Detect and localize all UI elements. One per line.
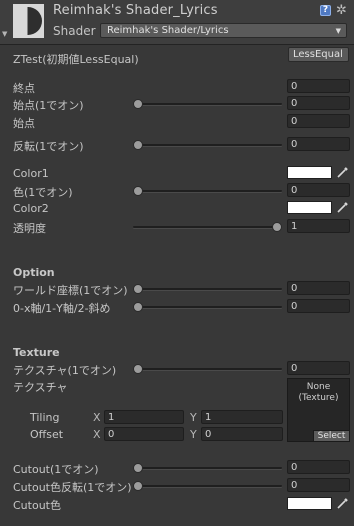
alpha-slider[interactable] <box>133 222 282 232</box>
help-icon[interactable]: ? <box>320 5 331 16</box>
texture-header: Texture <box>13 346 60 359</box>
reverse-toggle-slider[interactable] <box>133 140 282 150</box>
texture-toggle-field[interactable]: 0 <box>287 361 350 375</box>
cutout-color-swatch[interactable] <box>287 497 332 510</box>
color2-swatch[interactable] <box>287 201 332 214</box>
start-point-label: 始点 <box>13 117 35 130</box>
cutout-toggle-slider[interactable] <box>133 463 282 473</box>
alpha-label: 透明度 <box>13 222 46 235</box>
offset-y-field[interactable]: 0 <box>201 427 283 441</box>
texture-select-button[interactable]: Select <box>313 430 349 441</box>
slider-thumb[interactable] <box>133 99 143 109</box>
texture-toggle-slider[interactable] <box>133 364 282 374</box>
material-title: Reimhak's Shader_Lyrics <box>53 3 218 18</box>
offset-x-field[interactable]: 0 <box>104 427 184 441</box>
cutout-reverse-label: Cutout色反転(1でオン) <box>13 481 132 494</box>
offset-y-label: Y <box>190 428 197 441</box>
offset-x-label: X <box>93 428 101 441</box>
color1-label: Color1 <box>13 167 49 180</box>
end-point-label: 終点 <box>13 82 35 95</box>
tiling-y-field[interactable]: 1 <box>201 410 283 424</box>
tiling-x-field[interactable]: 1 <box>104 410 184 424</box>
color-toggle-field[interactable]: 0 <box>287 183 350 197</box>
color-toggle-slider[interactable] <box>133 186 282 196</box>
slider-thumb[interactable] <box>133 481 143 491</box>
tiling-y-label: Y <box>190 411 197 424</box>
start-toggle-slider[interactable] <box>133 99 282 109</box>
world-coord-slider[interactable] <box>133 284 282 294</box>
cutout-reverse-slider[interactable] <box>133 481 282 491</box>
shader-icon <box>13 4 44 38</box>
slider-thumb[interactable] <box>272 222 282 232</box>
slider-thumb[interactable] <box>133 364 143 374</box>
end-point-field[interactable]: 0 <box>287 79 350 93</box>
cutout-reverse-field[interactable]: 0 <box>287 478 350 492</box>
offset-label: Offset <box>30 428 64 441</box>
cutout-color-label: Cutout色 <box>13 499 61 512</box>
slider-thumb[interactable] <box>133 302 143 312</box>
material-header: Reimhak's Shader_Lyrics ? ✲ Shader Reimh… <box>0 0 354 45</box>
color-toggle-label: 色(1でオン) <box>13 186 73 199</box>
axis-label: 0-x軸/1-Y軸/2-斜め <box>13 302 111 315</box>
shader-dropdown-value: Reimhak's Shader/Lyrics <box>107 25 229 36</box>
axis-field[interactable]: 0 <box>287 299 350 313</box>
eyedropper-icon[interactable] <box>336 201 349 214</box>
eyedropper-icon[interactable] <box>336 497 349 510</box>
reverse-toggle-label: 反転(1でオン) <box>13 140 84 153</box>
start-toggle-label: 始点(1でオン) <box>13 99 84 112</box>
tiling-x-label: X <box>93 411 101 424</box>
alpha-field[interactable]: 1 <box>287 219 350 233</box>
tiling-label: Tiling <box>30 411 60 424</box>
world-coord-label: ワールド座標(1でオン) <box>13 284 128 297</box>
gear-icon[interactable]: ✲ <box>336 3 347 18</box>
option-header: Option <box>13 266 55 279</box>
start-point-field[interactable]: 0 <box>287 114 350 128</box>
ztest-dropdown[interactable]: LessEqual <box>288 47 349 62</box>
cutout-toggle-field[interactable]: 0 <box>287 460 350 474</box>
eyedropper-icon[interactable] <box>336 166 349 179</box>
slider-thumb[interactable] <box>133 186 143 196</box>
texture-slot-label: テクスチャ <box>13 381 68 394</box>
cutout-toggle-label: Cutout(1でオン) <box>13 463 99 476</box>
color1-swatch[interactable] <box>287 166 332 179</box>
reverse-toggle-field[interactable]: 0 <box>287 137 350 151</box>
slider-thumb[interactable] <box>133 463 143 473</box>
slider-thumb[interactable] <box>133 140 143 150</box>
texture-slot[interactable]: None (Texture) Select <box>287 378 350 442</box>
texture-none-text: None (Texture) <box>298 382 339 403</box>
world-coord-field[interactable]: 0 <box>287 281 350 295</box>
axis-slider[interactable] <box>133 302 282 312</box>
slider-thumb[interactable] <box>133 284 143 294</box>
start-toggle-field[interactable]: 0 <box>287 96 350 110</box>
texture-toggle-label: テクスチャ(1でオン) <box>13 364 117 377</box>
ztest-label: ZTest(初期値LessEqual) <box>13 53 139 66</box>
shader-label: Shader <box>53 24 96 38</box>
collapse-arrow-icon[interactable]: ▼ <box>2 30 7 38</box>
color2-label: Color2 <box>13 202 49 215</box>
dropdown-arrow-icon: ▼ <box>335 27 341 35</box>
shader-dropdown[interactable]: Reimhak's Shader/Lyrics ▼ <box>100 23 347 38</box>
